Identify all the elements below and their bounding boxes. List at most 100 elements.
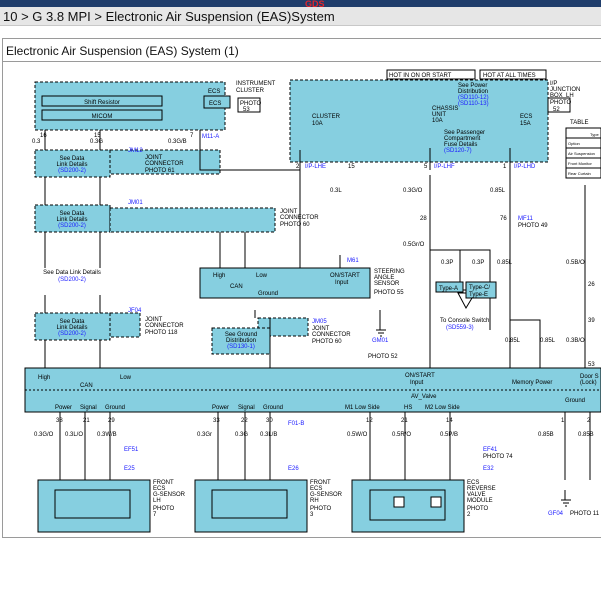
jc2-id[interactable]: JM01 (128, 200, 143, 206)
jc3-2: CONNECTOR (145, 323, 184, 329)
datalink2-3[interactable]: (SD200-2) (58, 223, 86, 229)
conn-photo52: PHOTO 52 (368, 354, 398, 360)
pin-30: 30 (266, 418, 273, 424)
joint-connector-jm01 (109, 207, 276, 233)
wire-05go: 0.5Gr/O (403, 242, 425, 248)
jc2-photo: PHOTO 60 (280, 222, 310, 228)
table-label: TABLE (570, 120, 589, 126)
jc3-photo: PHOTO 118 (145, 330, 178, 336)
conn-e26[interactable]: E26 (288, 466, 299, 472)
lh-photo-no: 7 (153, 512, 157, 518)
conn-ef51[interactable]: EF51 (124, 447, 139, 453)
wire-085l-d: 0.85L (540, 338, 556, 344)
datalink1-3[interactable]: (SD200-2) (58, 168, 86, 174)
table-row-3: Rear Curtain (568, 171, 591, 176)
steering-can: CAN (230, 284, 243, 290)
pin-39: 39 (588, 318, 595, 324)
datalink4-3[interactable]: (SD200-2) (58, 331, 86, 337)
conn-f01b[interactable]: F01-B (288, 421, 304, 427)
jc1-2: CONNECTOR (145, 161, 184, 167)
table-row-2: Front Monitor (568, 161, 592, 166)
conn-e25[interactable]: E25 (124, 466, 135, 472)
conn-photo49: PHOTO 49 (518, 223, 548, 229)
micom-label: MICOM (92, 114, 113, 120)
main-m1: M1 Low Side (345, 405, 380, 411)
conn-ip-lhd[interactable]: I/P-LHD (514, 164, 536, 170)
main-memory: Memory Power (512, 380, 552, 386)
lh-4: LH (153, 498, 161, 504)
rh-photo-no: 3 (310, 512, 314, 518)
wire-03gr: 0.3Gr (197, 432, 212, 438)
wire-03bo: 0.3B/O (566, 338, 585, 344)
conn-ip-lhf[interactable]: I/P-LHF (434, 164, 455, 170)
main-signal-2: Signal (238, 405, 255, 411)
conn-mf11[interactable]: MF11 (518, 216, 534, 222)
steering-photo: PHOTO 55 (374, 290, 404, 296)
jc4-id[interactable]: JM05 (312, 319, 327, 325)
wire-03-a: 0.3 (32, 139, 41, 145)
table-row-1: Air Suspension (568, 151, 595, 156)
ground-3[interactable]: (SD130-1) (227, 344, 255, 350)
steering-ground: Ground (258, 291, 278, 297)
see-power-4[interactable]: (SD110-13) (458, 101, 489, 107)
wire-05wo: 0.5W/O (347, 432, 368, 438)
type-a-label: Type-A (439, 286, 458, 292)
pin-28: 28 (420, 216, 427, 222)
instrument-label-1: INSTRUMENT (236, 81, 276, 87)
valve-photo-no: 2 (467, 512, 471, 518)
see-passenger-4[interactable]: (SD120-7) (444, 148, 472, 154)
jc2-2: CONNECTOR (280, 215, 319, 221)
main-m2: M2 Low Side (425, 405, 460, 411)
wire-05pb: 0.5P/B (440, 432, 458, 438)
main-ground-1: Ground (105, 405, 125, 411)
main-onstart: ON/START (405, 373, 435, 379)
main-signal-1: Signal (80, 405, 97, 411)
wire-085l-a: 0.85L (490, 188, 506, 194)
pin-76: 76 (500, 216, 507, 222)
ecs-small-label: ECS (208, 89, 220, 95)
main-lock: (Lock) (580, 380, 597, 386)
cluster-fuse-2: 10A (312, 121, 323, 127)
console-1: To Console Switch (440, 318, 489, 324)
conn-m11a[interactable]: M11-A (202, 134, 219, 140)
conn-gf04[interactable]: GF04 (548, 511, 564, 517)
wire-03l: 0.3L (330, 188, 342, 194)
wire-03go-b: 0.3G/O (34, 432, 54, 438)
wire-085b-b: 0.85B (578, 432, 594, 438)
datalink3-2[interactable]: (SD200-2) (58, 277, 86, 283)
rh-4: RH (310, 498, 319, 504)
wire-085b-a: 0.85B (538, 432, 554, 438)
wiring-diagram: Shift Resistor MICOM ECS ECS INSTRUMENT … (24, 69, 601, 533)
jc1-id[interactable]: JM12 (128, 148, 143, 154)
jc4-2: CONNECTOR (312, 332, 351, 338)
wire-03gb: 0.3G/B (168, 139, 187, 145)
conn-ip-lhe[interactable]: I/P-LHE (305, 164, 326, 170)
main-low: Low (120, 375, 132, 381)
table-row-4: Type (590, 132, 599, 137)
conn-ef41[interactable]: EF41 (483, 447, 498, 453)
conn-m61[interactable]: M61 (347, 258, 359, 264)
pin-1-a: 1 (503, 164, 507, 170)
pin-12: 12 (366, 418, 373, 424)
jc4-photo: PHOTO 60 (312, 339, 342, 345)
main-ground-2: Ground (263, 405, 283, 411)
main-power-1: Power (55, 405, 72, 411)
conn-photo74: PHOTO 74 (483, 454, 513, 460)
conn-e32[interactable]: E32 (483, 466, 494, 472)
pin-7-a: 7 (190, 133, 194, 139)
steering-high: High (213, 273, 225, 279)
conn-gm01[interactable]: GM01 (372, 338, 389, 344)
type-e-label: Type-E (469, 292, 488, 298)
wire-03go: 0.3G/O (403, 188, 423, 194)
datalink3-1: See Data Link Details (43, 270, 101, 276)
valve-4: MODULE (467, 498, 493, 504)
console-2[interactable]: (SD559-3) (446, 325, 474, 331)
wire-03wb: 0.3W/B (97, 432, 117, 438)
pin-21-a: 21 (83, 418, 90, 424)
pin-1-b: 1 (561, 418, 565, 424)
pin-16-a: 16 (40, 133, 47, 139)
jc1-photo: PHOTO 61 (145, 168, 175, 174)
jc3-id[interactable]: JF04 (128, 308, 142, 314)
instrument-label-2: CLUSTER (236, 88, 265, 94)
wire-03g-a: 0.3G (90, 139, 103, 145)
